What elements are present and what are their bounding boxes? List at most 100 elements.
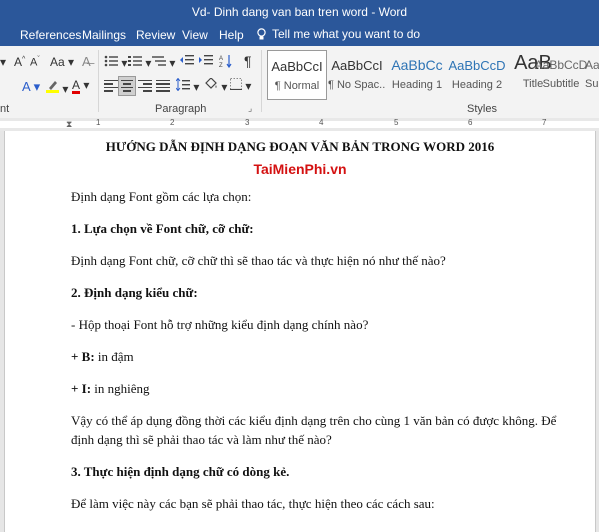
highlight-color-button[interactable]: ▾ [46, 79, 68, 96]
increase-indent-icon [199, 55, 213, 65]
svg-text:A: A [219, 56, 223, 62]
tab-view[interactable]: View [182, 28, 208, 42]
grow-font-button[interactable]: A^ [14, 55, 25, 69]
justify-icon[interactable] [156, 80, 170, 92]
style-name: ¶ Normal [274, 80, 320, 92]
ribbon-separator [98, 50, 99, 112]
align-center-icon [121, 80, 133, 92]
ruler-track [0, 121, 599, 128]
numbering-button[interactable]: ▾ [128, 55, 151, 70]
sort-button[interactable]: AZ [219, 54, 233, 71]
line-spacing-button[interactable]: ▾ [175, 77, 199, 94]
style-normal[interactable]: AaBbCcI ¶ Normal [267, 50, 327, 100]
label-description: in đậm [94, 349, 134, 364]
lightbulb-icon [257, 27, 266, 39]
tab-help[interactable]: Help [219, 28, 244, 42]
show-formatting-marks-button[interactable]: ¶ [244, 53, 252, 69]
style-name: ¶ No Spac... [328, 79, 386, 91]
ruler-number: 2 [170, 118, 175, 127]
brand-watermark: TaiMienPhi.vn [253, 161, 347, 177]
ruler-number: 4 [319, 118, 324, 127]
paragraph: Vậy có thể áp dụng đồng thời các kiểu đị… [71, 413, 557, 428]
style-name: Heading 1 [391, 79, 443, 91]
horizontal-ruler[interactable]: ⧗ 1 2 3 4 5 6 7 [0, 118, 599, 132]
paragraph: + I: in nghiêng [71, 381, 150, 397]
style-sample: AaBbCc [391, 57, 443, 73]
paragraph-group-label: Paragraph [155, 103, 207, 115]
section-heading: 3. Thực hiện định dạng chữ có dòng kẻ. [71, 464, 290, 479]
bullets-button[interactable]: ▾ [104, 55, 127, 70]
decrease-indent-button[interactable] [180, 54, 194, 69]
line-spacing-icon [175, 77, 190, 92]
style-no-spacing[interactable]: AaBbCcI ¶ No Spac... [328, 50, 386, 98]
paragraph-dialog-launcher-icon[interactable]: ⌟ [248, 103, 252, 114]
style-name: Heading 2 [451, 79, 503, 91]
multilevel-list-icon [152, 56, 166, 66]
document-heading: HƯỚNG DẪN ĐỊNH DẠNG ĐOẠN VĂN BẢN TRONG W… [105, 139, 495, 154]
paint-bucket-icon [205, 77, 217, 89]
italic-label: + I: [71, 381, 92, 396]
styles-group-label: Styles [467, 103, 497, 115]
document-page[interactable]: HƯỚNG DẪN ĐỊNH DẠNG ĐOẠN VĂN BẢN TRONG W… [4, 131, 596, 532]
change-case-button[interactable]: Aa ▾ [50, 55, 74, 69]
borders-icon [230, 78, 242, 91]
font-group-label: nt [0, 103, 10, 115]
style-sample: AaBbCcD [585, 58, 599, 72]
styles-gallery: AaBbCcI ¶ Normal AaBbCcI ¶ No Spac... Aa… [265, 50, 599, 100]
ribbon-separator [261, 50, 262, 112]
title-bar: Vd- Dinh dang van ban tren word - Word [0, 0, 599, 24]
style-heading-1[interactable]: AaBbCc Heading 1 [388, 50, 446, 98]
ruler-number: 7 [542, 118, 547, 127]
ruler-number: 1 [96, 118, 101, 127]
align-right-icon[interactable] [138, 80, 152, 92]
style-name: Subtitle [542, 78, 580, 90]
tell-me-text: Tell me what you want to do [272, 27, 421, 41]
style-sample: AaBbCcI [331, 58, 383, 73]
paragraph: Định dạng Font gồm các lựa chọn: [71, 189, 252, 204]
tab-review[interactable]: Review [136, 28, 175, 42]
style-sample: AaBbCcI [271, 59, 323, 74]
numbering-icon [128, 56, 142, 66]
paragraph: Định dạng Font chữ, cỡ chữ thì sẽ thao t… [71, 253, 446, 268]
clear-formatting-icon[interactable]: A̶ [82, 54, 91, 69]
align-center-button[interactable] [118, 76, 136, 96]
bold-label: + B: [71, 349, 95, 364]
section-heading: 2. Định dạng kiểu chữ: [71, 285, 198, 300]
style-heading-2[interactable]: AaBbCcD Heading 2 [448, 50, 506, 98]
paragraph: Để làm việc này các bạn sẽ phải thao tác… [71, 496, 435, 511]
ruler-number: 5 [394, 118, 399, 127]
ribbon-tab-bar: References Mailings Review View Help Tel… [0, 24, 599, 46]
style-name: Sub [585, 78, 599, 90]
align-left-icon[interactable] [104, 80, 118, 92]
label-description: in nghiêng [91, 381, 150, 396]
document-canvas: HƯỚNG DẪN ĐỊNH DẠNG ĐOẠN VĂN BẢN TRONG W… [0, 131, 599, 532]
bullets-icon [104, 55, 118, 67]
svg-text:Z: Z [219, 63, 223, 68]
ruler-number: 3 [245, 118, 250, 127]
style-sample: AaBbCcD [448, 58, 506, 73]
font-size-dropdown[interactable]: ▾ [0, 55, 6, 69]
shading-button[interactable]: ▾ [204, 77, 227, 94]
font-color-button[interactable]: A ▾ [72, 78, 89, 94]
tell-me-box[interactable]: Tell me what you want to do [256, 27, 420, 41]
paragraph: - Hộp thoại Font hỗ trợ những kiểu định … [71, 317, 369, 332]
style-sample: AaBbCcD [534, 58, 588, 72]
shrink-font-button[interactable]: Aˇ [30, 56, 40, 69]
tab-references[interactable]: References [20, 28, 81, 42]
indent-marker-icon[interactable]: ⧗ [66, 119, 72, 130]
multilevel-list-button[interactable]: ▾ [152, 55, 175, 70]
highlighter-icon [46, 81, 59, 93]
style-subtitle[interactable]: AaBbCcD Subtitle [531, 50, 591, 98]
style-subtle-emphasis[interactable]: AaBbCcD Sub [585, 50, 599, 98]
font-color-icon: A [72, 78, 81, 94]
borders-button[interactable]: ▾ [230, 78, 251, 93]
paragraph: định dạng thì sẽ phải thao tác và làm nh… [71, 432, 332, 447]
sort-icon: AZ [219, 55, 232, 69]
ruler-number: 6 [468, 118, 473, 127]
window-title: Vd- Dinh dang van ban tren word - Word [191, 5, 408, 19]
text-effects-icon[interactable]: A ▾ [22, 79, 40, 95]
tab-mailings[interactable]: Mailings [82, 28, 126, 42]
decrease-indent-icon [180, 55, 194, 65]
increase-indent-button[interactable] [199, 54, 213, 69]
section-heading: 1. Lựa chọn về Font chữ, cỡ chữ: [71, 221, 254, 236]
